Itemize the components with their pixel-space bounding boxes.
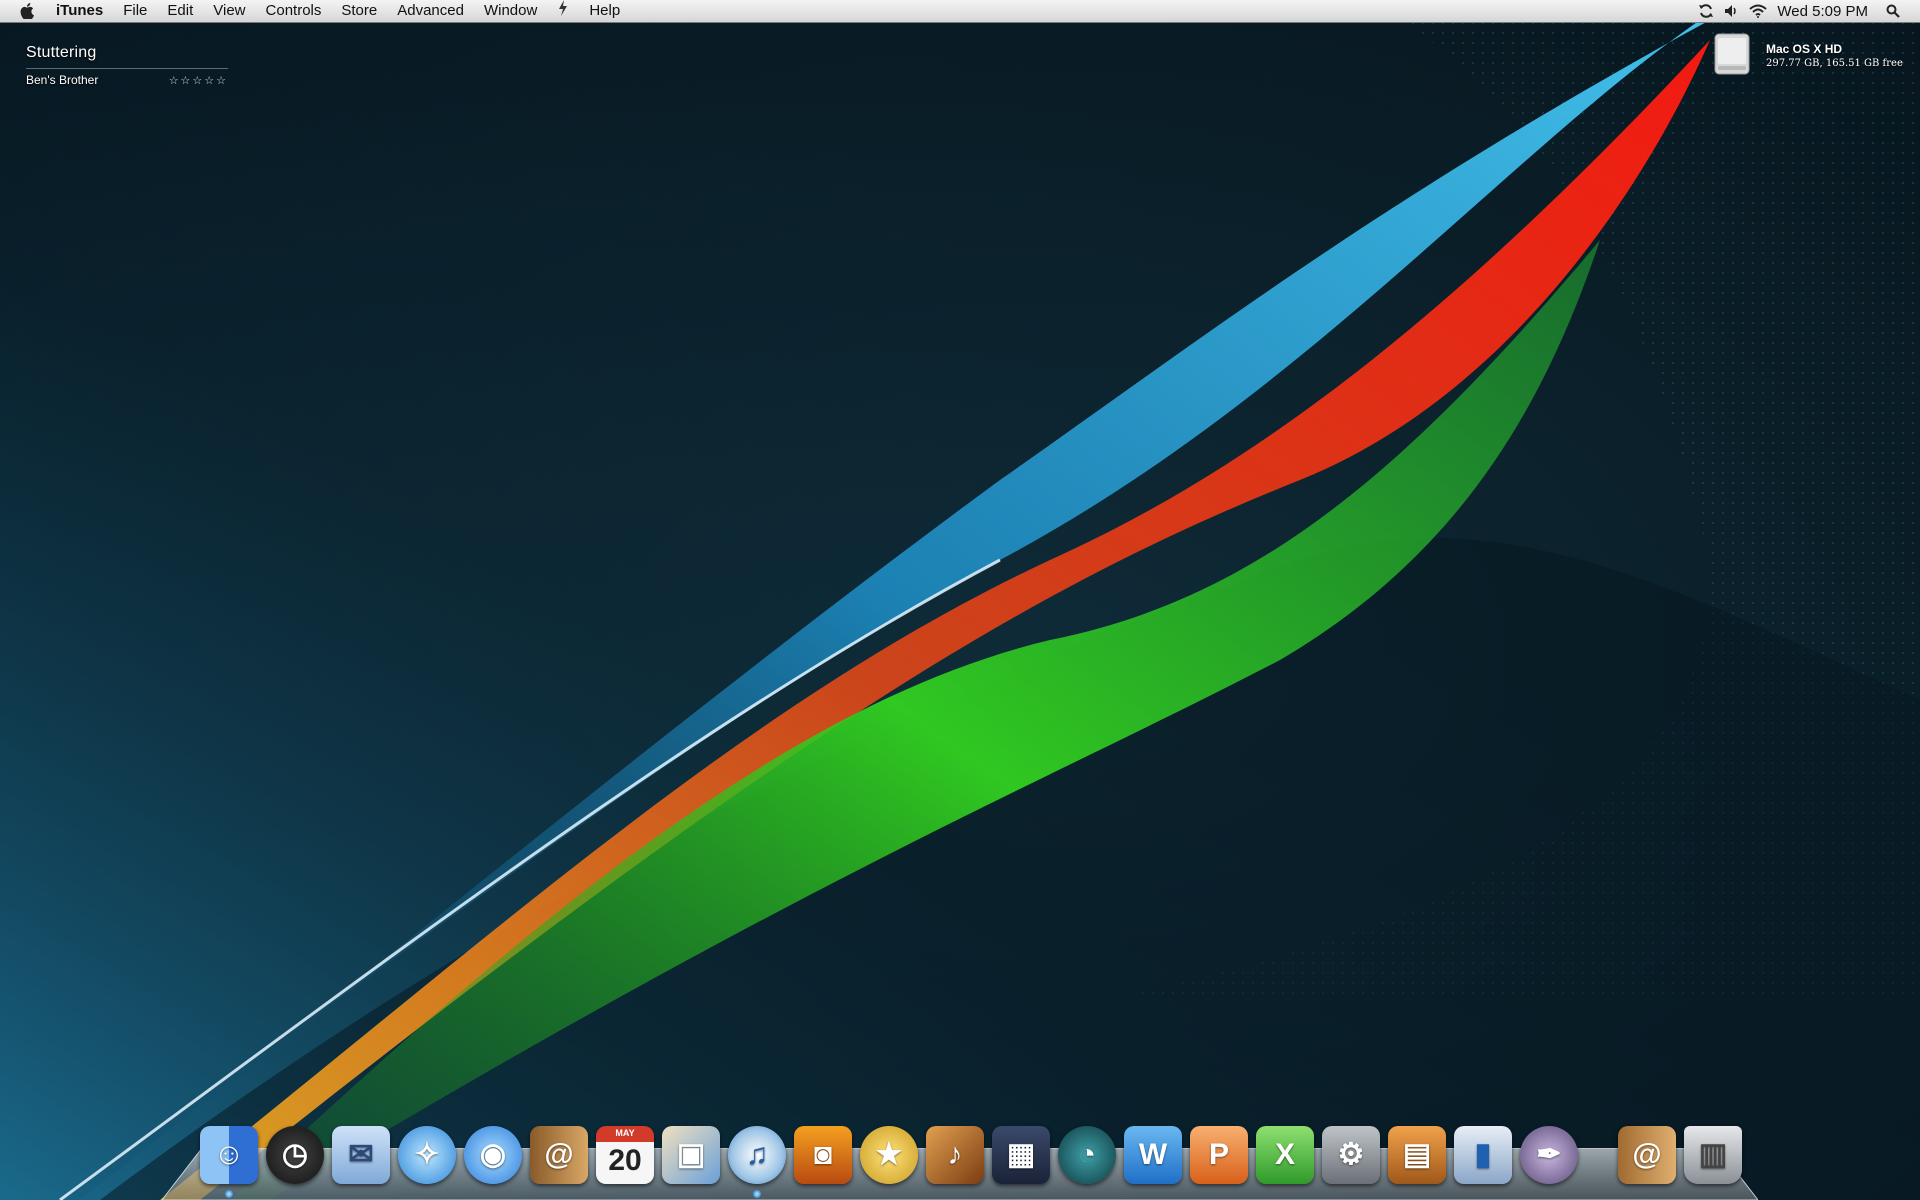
system-preferences-icon: ⚙ [1337,1138,1365,1171]
safari-icon: ✧ [414,1138,440,1171]
dock-item-word[interactable]: W [1124,1126,1182,1184]
dock-item-numbers[interactable]: ▮ [1454,1126,1512,1184]
sync-icon[interactable] [1693,0,1719,22]
dock-item-system-preferences[interactable]: ⚙ [1322,1126,1380,1184]
menu-edit[interactable]: Edit [157,0,203,22]
finder-icon: ☺ [213,1138,245,1171]
image-capture-icon: ◙ [813,1138,833,1171]
now-playing-artist: Ben's Brother [26,73,99,87]
desktop-hard-drive[interactable]: Mac OS X HD 297.77 GB, 165.51 GB free [1712,32,1903,76]
dock-item-keynote[interactable]: ▤ [1388,1126,1446,1184]
now-playing-widget: Stuttering Ben's Brother ☆☆☆☆☆ [26,44,228,87]
menu-controls[interactable]: Controls [256,0,332,22]
menu-bar: iTunes File Edit View Controls Store Adv… [0,0,1920,23]
trash-icon: ▥ [1698,1138,1728,1171]
menu-file[interactable]: File [113,0,157,22]
dock-item-itunes[interactable]: ♫ [728,1126,786,1198]
menu-window[interactable]: Window [474,0,547,22]
menu-store[interactable]: Store [331,0,387,22]
running-indicator [753,1190,761,1198]
excel-icon: X [1274,1138,1295,1171]
dock-item-safari[interactable]: ✧ [398,1126,456,1184]
dock-item-image-capture[interactable]: ◙ [794,1126,852,1184]
dock-item-mail[interactable]: ✉ [332,1126,390,1184]
time-machine-icon: ◔ [1077,1138,1097,1171]
wifi-icon[interactable] [1745,0,1771,22]
word-icon: W [1138,1138,1168,1171]
now-playing-divider [26,68,228,69]
dock-item-ichat[interactable]: ◉ [464,1126,522,1184]
menu-advanced[interactable]: Advanced [387,0,474,22]
ical-icon: 20 [608,1144,642,1177]
desktop-wallpaper [0,0,1920,1200]
spaces-icon: ▦ [1006,1138,1036,1171]
volume-icon[interactable] [1719,0,1745,22]
imovie-icon: ★ [875,1138,903,1171]
spotlight-icon[interactable] [1880,0,1906,22]
dashboard-icon: ◷ [281,1138,309,1171]
dock-item-imovie[interactable]: ★ [860,1126,918,1184]
dock-item-trash[interactable]: ▥ [1684,1126,1742,1184]
garageband-icon: ♪ [947,1138,963,1171]
now-playing-rating[interactable]: ☆☆☆☆☆ [169,74,228,87]
apple-icon[interactable] [16,0,38,22]
dock-item-garageband[interactable]: ♪ [926,1126,984,1184]
dock-item-spaces[interactable]: ▦ [992,1126,1050,1184]
itunes-icon: ♫ [745,1138,769,1171]
dock-item-address-book[interactable]: @ [530,1126,588,1184]
dock-item-finder[interactable]: ☺ [200,1126,258,1198]
hard-drive-icon[interactable] [1712,32,1752,76]
script-menu-icon[interactable] [547,0,579,23]
hard-drive-name: Mac OS X HD [1766,42,1843,56]
ical-month: MAY [615,1128,635,1138]
keynote-icon: ▤ [1402,1138,1432,1171]
mail-icon: ✉ [348,1138,374,1171]
dock: ☺ ◷ ✉ ✧ ◉ @ MAY 20 ▣ ♫ ◙ ★ ♪ ▦ ◔ W P X ⚙… [200,1116,1750,1198]
menu-view[interactable]: View [203,0,255,22]
dock-item-iphoto[interactable]: ▣ [662,1126,720,1184]
hard-drive-info: 297.77 GB, 165.51 GB free [1766,58,1903,69]
numbers-icon: ▮ [1474,1138,1492,1171]
address-book-icon: @ [544,1138,574,1171]
running-indicator [225,1190,233,1198]
menu-app-itunes[interactable]: iTunes [48,0,113,22]
dock-item-dashboard[interactable]: ◷ [266,1126,324,1184]
dock-item-time-machine[interactable]: ◔ [1058,1126,1116,1184]
iphoto-icon: ▣ [676,1138,706,1171]
dock-item-script-editor[interactable]: ✒ [1520,1126,1578,1184]
script-editor-icon: ✒ [1536,1138,1562,1171]
documents-stack-icon: @ [1632,1138,1662,1171]
menu-help[interactable]: Help [579,0,630,22]
dock-item-excel[interactable]: X [1256,1126,1314,1184]
now-playing-title: Stuttering [26,44,97,61]
dock-item-documents-stack[interactable]: @ [1618,1126,1676,1184]
dock-item-powerpoint[interactable]: P [1190,1126,1248,1184]
menu-clock[interactable]: Wed 5:09 PM [1771,3,1880,20]
dock-item-ical[interactable]: MAY 20 [596,1126,654,1184]
powerpoint-icon: P [1208,1138,1229,1171]
ichat-icon: ◉ [479,1138,507,1171]
